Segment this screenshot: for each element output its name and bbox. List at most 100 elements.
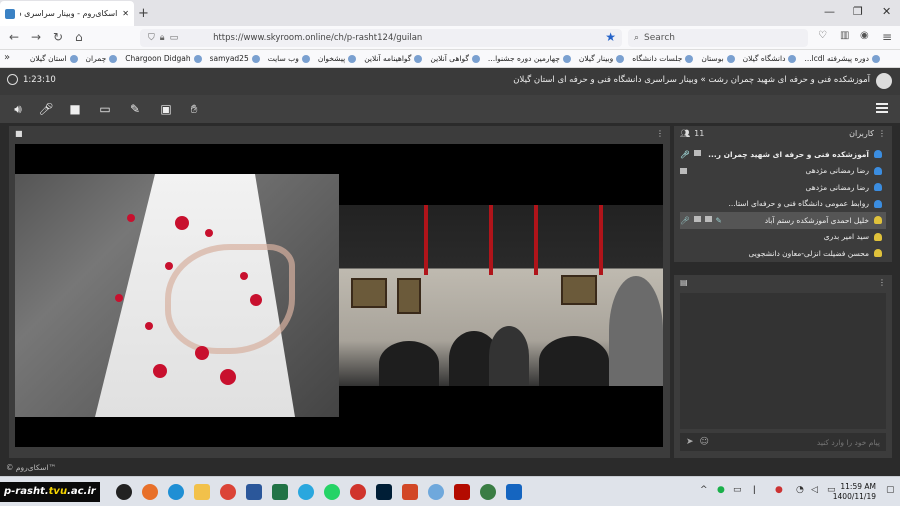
- home-icon[interactable]: ⌂: [75, 30, 83, 44]
- browser-tab[interactable]: اسکای‌روم - وبینار سراسری دانش... ✕: [0, 1, 134, 26]
- bookmark-item[interactable]: samyad25: [210, 54, 260, 63]
- back-arrow-icon[interactable]: ←: [9, 30, 19, 44]
- telegram-icon[interactable]: [298, 484, 314, 500]
- search-bar[interactable]: ⌕ Search: [628, 29, 808, 47]
- raise-hand-icon[interactable]: ✋︎: [186, 101, 202, 117]
- bookmark-item[interactable]: وب سایت: [268, 54, 310, 63]
- camera-permission-icon[interactable]: ▭: [170, 33, 179, 43]
- tray-app-icon[interactable]: ●: [775, 485, 783, 495]
- bookmark-icon: [251, 54, 260, 63]
- video-panel-more-icon[interactable]: ⋮: [656, 129, 664, 138]
- bookmark-item[interactable]: چهارمین دوره جشنوا...: [488, 54, 571, 63]
- tray-pen-icon[interactable]: ǀ: [753, 485, 756, 495]
- tray-app-icon[interactable]: ▭: [733, 485, 742, 495]
- forward-arrow-icon[interactable]: →: [31, 30, 41, 44]
- rose: [175, 216, 189, 230]
- acrobat-icon[interactable]: [454, 484, 470, 500]
- bookmark-item[interactable]: دانشگاه گیلان: [743, 54, 797, 63]
- camera-icon[interactable]: ■: [67, 101, 83, 117]
- menu-icon[interactable]: ≡: [882, 30, 892, 44]
- lock-icon[interactable]: 🔒︎: [160, 33, 165, 43]
- bookmark-item[interactable]: وبینار گیلان: [579, 54, 625, 63]
- status-dot-icon[interactable]: ●: [717, 485, 725, 495]
- bookmark-item[interactable]: استان گیلان: [30, 54, 78, 63]
- whatsapp-icon[interactable]: [324, 484, 340, 500]
- screen-share-icon[interactable]: ▭: [97, 101, 113, 117]
- wifi-icon[interactable]: ◔: [796, 485, 804, 495]
- firefox-icon[interactable]: [142, 484, 158, 500]
- file-explorer-icon[interactable]: [194, 484, 210, 500]
- tab-title: اسکای‌روم - وبینار سراسری دانش...: [20, 9, 118, 18]
- notifications-icon[interactable]: ▢: [886, 485, 895, 495]
- brush-icon[interactable]: ✎: [127, 101, 143, 117]
- user-row[interactable]: روابط عمومی دانشگاه فنی و حرفه‌ای استا..…: [680, 196, 886, 213]
- user-row[interactable]: محسن فضیلت انزلی-معاون دانشجویی: [680, 245, 886, 262]
- screen-icon[interactable]: [704, 215, 712, 222]
- new-tab-button[interactable]: +: [138, 6, 149, 21]
- bookmark-item[interactable]: دوره پیشرفته lcdl...: [804, 54, 880, 63]
- speaker-icon[interactable]: 🔊︎: [10, 101, 26, 117]
- close-window-button[interactable]: ✕: [882, 5, 891, 18]
- presentation-icon[interactable]: ▣: [158, 101, 174, 117]
- bookmark-item[interactable]: گواهینامه آنلاین: [364, 54, 423, 63]
- microphone-icon[interactable]: 🎤︎: [38, 101, 54, 117]
- emoji-icon[interactable]: ☺: [700, 437, 709, 447]
- user-row[interactable]: آموزشکده فنی و حرفه ای شهید چمران ر... 🎤…: [680, 146, 886, 163]
- video-stage[interactable]: [15, 144, 663, 447]
- user-row-selected[interactable]: خلیل احمدی آموزشکده رستم آباد 🎤︎ ✎: [680, 212, 886, 229]
- chat-input[interactable]: [714, 437, 880, 447]
- maximize-button[interactable]: ❐: [853, 5, 863, 18]
- photoshop-icon[interactable]: [376, 484, 392, 500]
- library-icon[interactable]: ▥: [840, 30, 849, 41]
- chat-panel-more-icon[interactable]: ⋮: [878, 278, 886, 287]
- taskbar-clock[interactable]: 11:59 AM 1400/11/19: [833, 482, 876, 502]
- app-icon[interactable]: [506, 484, 522, 500]
- grave-roses-video: [15, 174, 339, 417]
- chat-panel-header: ▤ ⋮: [674, 275, 892, 289]
- volume-icon[interactable]: ◁: [811, 485, 818, 495]
- reload-icon[interactable]: ↻: [53, 30, 63, 44]
- bookmark-item[interactable]: جلسات دانشگاه: [632, 54, 694, 63]
- bookmarks-overflow-icon[interactable]: »: [4, 52, 10, 63]
- app-icon[interactable]: [428, 484, 444, 500]
- camera-icon[interactable]: [693, 215, 701, 222]
- shield-icon[interactable]: ⛉: [148, 33, 155, 43]
- bookmark-item[interactable]: بوستان: [701, 54, 735, 63]
- bookmark-item[interactable]: چمران: [86, 54, 118, 63]
- app-icon[interactable]: [480, 484, 496, 500]
- powerpoint-icon[interactable]: [402, 484, 418, 500]
- audience-person: [609, 276, 663, 386]
- user-row[interactable]: سید امیر بدری: [680, 229, 886, 246]
- show-hidden-icons-icon[interactable]: ^: [700, 485, 708, 495]
- user-row[interactable]: رضا رمضانی مژدهی: [680, 163, 886, 180]
- obs-icon[interactable]: [116, 484, 132, 500]
- word-icon[interactable]: [246, 484, 262, 500]
- minimize-button[interactable]: —: [824, 5, 835, 18]
- url-bar[interactable]: ⛉ 🔒︎ ▭ https://www.skyroom.online/ch/p-r…: [140, 29, 622, 47]
- bookmark-item[interactable]: پیشخوان: [318, 54, 357, 63]
- chrome-icon[interactable]: [220, 484, 236, 500]
- hamburger-menu-icon[interactable]: [876, 103, 888, 113]
- user-row[interactable]: رضا رمضانی مژدهی: [680, 179, 886, 196]
- close-tab-icon[interactable]: ✕: [122, 9, 129, 18]
- rose: [115, 294, 123, 302]
- bookmark-star-icon[interactable]: ★: [605, 30, 616, 44]
- banner: [489, 205, 493, 275]
- edge-icon[interactable]: [168, 484, 184, 500]
- excel-icon[interactable]: [272, 484, 288, 500]
- media-player-icon[interactable]: [350, 484, 366, 500]
- extension-icon[interactable]: ◉: [860, 30, 869, 41]
- pocket-icon[interactable]: ♡: [818, 30, 827, 41]
- rose: [240, 272, 248, 280]
- bookmark-item[interactable]: Chargoon Didgah: [125, 54, 202, 63]
- url-text[interactable]: https://www.skyroom.online/ch/p-rasht124…: [213, 33, 422, 43]
- microphone-icon[interactable]: 🎤︎: [680, 216, 690, 225]
- send-icon[interactable]: ➤: [686, 437, 694, 447]
- pen-icon[interactable]: ✎: [716, 216, 722, 225]
- skyroom-footer: © اسکای‌روم™: [0, 460, 900, 476]
- audience-person: [379, 341, 439, 386]
- bookmark-item[interactable]: گواهی آنلاین: [430, 54, 480, 63]
- calligraphy: [165, 244, 295, 354]
- search-placeholder: Search: [644, 33, 675, 43]
- users-panel-more-icon[interactable]: ⋮: [878, 129, 886, 138]
